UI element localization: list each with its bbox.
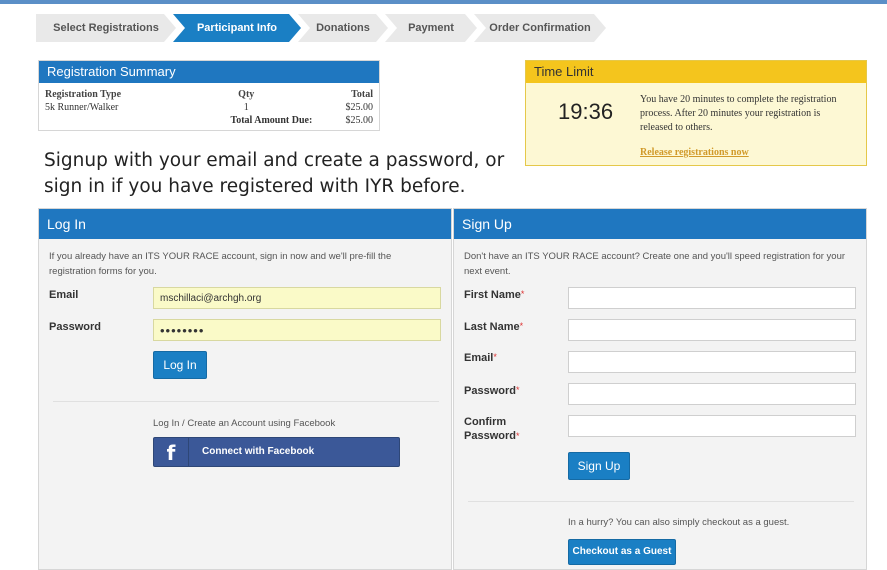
step-label: Donations [316,22,370,34]
signup-divider [468,501,854,502]
login-divider [53,401,439,402]
step-label: Order Confirmation [489,22,591,34]
time-limit-title: Time Limit [526,61,866,83]
required-mark: * [493,352,497,362]
required-mark: * [515,385,520,395]
step-label: Payment [408,22,454,34]
col-registration-type: Registration Type [45,89,122,100]
connect-facebook-button[interactable]: f Connect with Facebook [153,437,400,467]
step-order-confirmation[interactable]: Order Confirmation [474,14,606,42]
confirm-password-label-text: Confirm Password [464,416,516,442]
step-select-registrations[interactable]: Select Registrations [36,14,176,42]
login-panel: Log In If you already have an ITS YOUR R… [38,208,452,570]
first-name-label: First Name* [464,289,524,301]
checkout-guest-button[interactable]: Checkout as a Guest [568,539,676,565]
signup-email-input[interactable] [568,351,856,373]
step-label: Select Registrations [53,22,159,34]
signup-password-input[interactable] [568,383,856,405]
signup-password-label: Password* [464,385,519,397]
first-name-label-text: First Name [464,289,521,301]
step-donations[interactable]: Donations [298,14,388,42]
row-qty: 1 [243,102,249,113]
confirm-password-input[interactable] [568,415,856,437]
signup-button[interactable]: Sign Up [568,452,630,480]
login-email-input[interactable]: mschillaci@archgh.org [153,287,441,309]
signup-email-label: Email* [464,352,497,364]
required-mark: * [519,321,524,331]
facebook-prompt: Log In / Create an Account using Faceboo… [153,418,336,429]
summary-title: Registration Summary [39,61,379,83]
summary-table: Registration Type Qty Total 5k Runner/Wa… [39,83,379,130]
login-intro: If you already have an ITS YOUR RACE acc… [49,251,392,277]
required-mark: * [520,289,525,299]
col-total: Total [351,89,373,100]
facebook-icon: f [154,438,189,466]
login-password-input[interactable]: •••••••• [153,319,441,341]
step-label: Participant Info [196,22,278,34]
guest-checkout-text: In a hurry? You can also simply checkout… [568,517,790,528]
signup-title: Sign Up [454,209,866,239]
registration-summary: Registration Summary Registration Type Q… [38,60,380,131]
last-name-label-text: Last Name [464,321,520,333]
signup-password-label-text: Password [464,385,516,397]
login-button[interactable]: Log In [153,351,207,379]
facebook-button-label: Connect with Facebook [202,446,315,457]
signup-intro: Don't have an ITS YOUR RACE account? Cre… [464,251,846,277]
required-mark: * [515,431,520,441]
last-name-label: Last Name* [464,321,523,333]
time-limit-message: You have 20 minutes to complete the regi… [640,94,837,133]
col-qty: Qty [238,89,255,100]
step-payment[interactable]: Payment [385,14,477,42]
row-total: $25.00 [345,102,374,113]
total-amount-label: Total Amount Due: [230,115,313,126]
confirm-password-label: Confirm Password* [464,415,534,443]
last-name-input[interactable] [568,319,856,341]
signup-panel: Sign Up Don't have an ITS YOUR RACE acco… [453,208,867,570]
email-label: Email [49,289,79,301]
step-participant-info[interactable]: Participant Info [173,14,301,42]
signup-email-label-text: Email [464,352,494,364]
time-limit-box: Time Limit 19:36 You have 20 minutes to … [525,60,867,166]
login-title: Log In [39,209,451,239]
row-registration-type: 5k Runner/Walker [45,102,119,113]
release-registrations-link[interactable]: Release registrations now [640,147,749,158]
first-name-input[interactable] [568,287,856,309]
page-heading: Signup with your email and create a pass… [44,150,505,197]
password-label: Password [49,321,101,333]
top-accent-bar [0,0,887,4]
total-amount-value: $25.00 [345,115,374,126]
countdown-timer: 19:36 [558,99,614,124]
